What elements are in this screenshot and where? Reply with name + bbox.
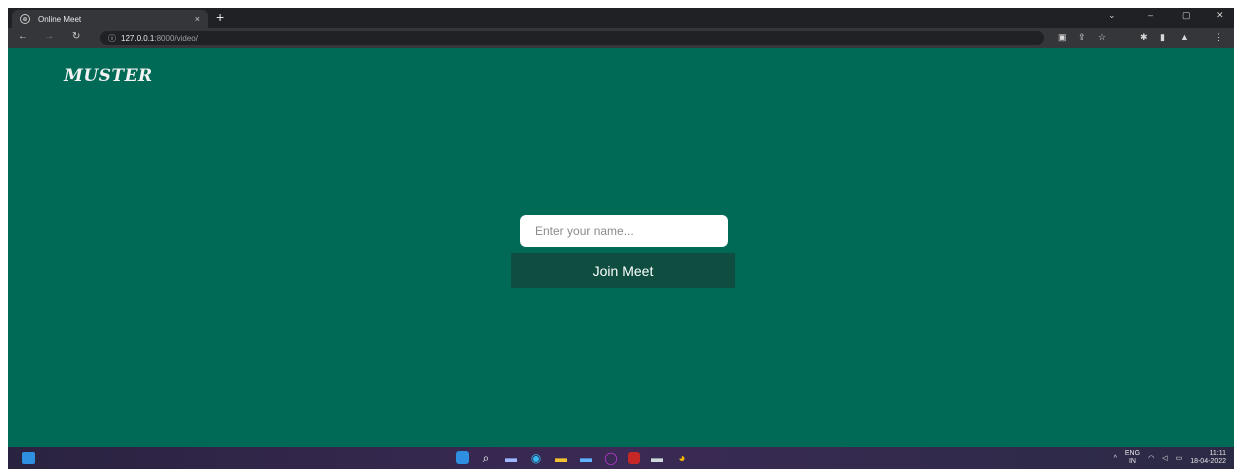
minimize-icon[interactable]: – — [1148, 10, 1153, 20]
battery-icon[interactable]: ▭ — [1176, 454, 1183, 462]
join-meet-button[interactable]: Join Meet — [511, 253, 735, 288]
forward-icon[interactable]: → — [44, 31, 54, 42]
clock-time: 11:11 — [1209, 450, 1226, 457]
widgets-icon[interactable] — [22, 452, 35, 464]
wifi-icon[interactable]: ◠ — [1148, 454, 1154, 462]
tab-search-icon[interactable]: ⌄ — [1108, 10, 1116, 21]
terminal-icon[interactable]: ▬ — [649, 450, 665, 466]
volume-icon[interactable]: ◁ — [1162, 454, 1167, 462]
clock-date: 18-04-2022 — [1190, 458, 1226, 465]
profile-icon[interactable]: ▲ — [1180, 32, 1189, 42]
share-icon[interactable]: ⇪ — [1078, 32, 1086, 43]
chrome-icon[interactable]: ◕ — [674, 450, 690, 466]
chevron-up-icon[interactable]: ^ — [1114, 455, 1117, 462]
muster-logo: MUSTER — [64, 66, 153, 86]
start-icon[interactable] — [456, 451, 469, 464]
close-window-icon[interactable]: ✕ — [1216, 10, 1224, 21]
taskbar-apps: ⌕ ▬ ◉ ▬ ▬ ◯ ▬ ◕ — [456, 450, 690, 466]
tab-close-icon[interactable]: × — [195, 14, 200, 24]
red-app-icon[interactable] — [628, 452, 640, 464]
reload-icon[interactable]: ↻ — [72, 31, 80, 42]
translate-icon[interactable]: ▣ — [1058, 32, 1067, 43]
lang-top: ENG — [1124, 450, 1141, 457]
browser-toolbar: ← → ↻ ⓘ 127.0.0.1:8000/video/ ▣ ⇪ ☆ ✱ ▮ … — [8, 28, 1234, 48]
taskbar: ⌕ ▬ ◉ ▬ ▬ ◯ ▬ ◕ ^ ENG IN ◠ ◁ ▭ 11:11 18-… — [8, 447, 1234, 469]
search-icon[interactable]: ⌕ — [478, 450, 494, 466]
globe-icon: ⊕ — [20, 14, 30, 24]
url-path: :8000/video/ — [154, 33, 198, 43]
menu-icon[interactable]: ⋮ — [1214, 32, 1223, 43]
clock[interactable]: 11:11 18-04-2022 — [1190, 450, 1226, 466]
back-icon[interactable]: ← — [18, 31, 28, 42]
extensions-icon[interactable]: ✱ — [1140, 32, 1148, 43]
browser-tab[interactable]: ⊕ Online Meet × — [12, 10, 208, 28]
side-panel-icon[interactable]: ▮ — [1160, 32, 1165, 43]
new-tab-button[interactable]: + — [216, 9, 224, 25]
screen: ⊕ Online Meet × + ⌄ – ▢ ✕ ← → ↻ ⓘ 127.0.… — [8, 8, 1234, 469]
task-view-icon[interactable]: ▬ — [503, 450, 519, 466]
page-content: MUSTER Join Meet — [8, 48, 1234, 447]
system-tray: ^ ENG IN ◠ ◁ ▭ 11:11 18-04-2022 — [1114, 450, 1226, 466]
store-icon[interactable]: ▬ — [578, 450, 594, 466]
site-info-icon[interactable]: ⓘ — [108, 33, 116, 44]
browser-tabstrip: ⊕ Online Meet × + ⌄ – ▢ ✕ — [8, 8, 1234, 28]
language-indicator[interactable]: ENG IN — [1125, 450, 1140, 466]
name-input[interactable] — [520, 215, 728, 247]
url-host: 127.0.0.1 — [121, 33, 155, 43]
maximize-icon[interactable]: ▢ — [1182, 10, 1191, 21]
bookmark-star-icon[interactable]: ☆ — [1098, 32, 1106, 43]
lang-bottom: IN — [1128, 458, 1136, 465]
file-explorer-icon[interactable]: ▬ — [553, 450, 569, 466]
address-bar[interactable]: ⓘ 127.0.0.1:8000/video/ — [100, 31, 1044, 45]
edge-icon[interactable]: ◉ — [528, 450, 544, 466]
tab-title: Online Meet — [38, 14, 82, 24]
app-icon[interactable]: ◯ — [603, 450, 619, 466]
